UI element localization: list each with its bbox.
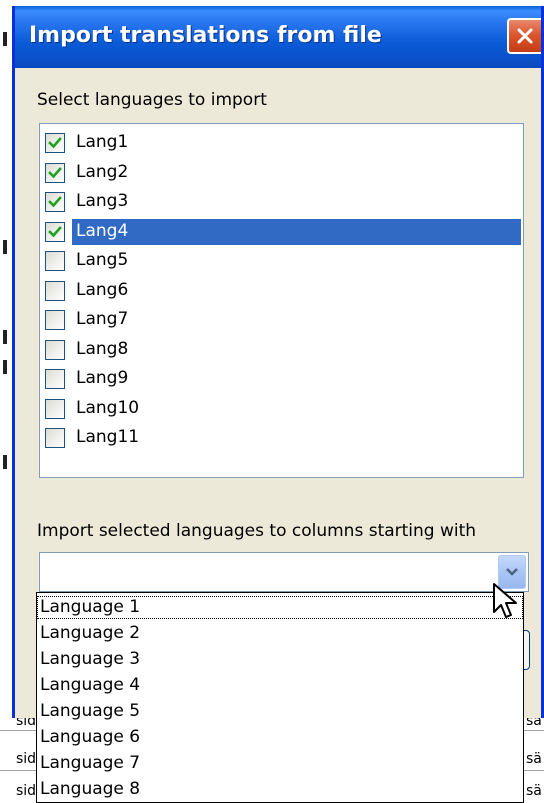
- language-label: Lang6: [76, 279, 129, 300]
- dropdown-option[interactable]: Language 1: [37, 596, 523, 619]
- background-mark: [3, 32, 7, 46]
- checkmark-icon: [48, 166, 62, 178]
- dialog-title: Import translations from file: [29, 23, 382, 48]
- close-icon: [517, 28, 533, 44]
- language-checkbox[interactable]: [45, 133, 65, 153]
- language-checkbox[interactable]: [45, 192, 65, 212]
- language-item[interactable]: Lang2: [40, 158, 523, 187]
- selection-highlight: [72, 218, 521, 245]
- language-checkbox[interactable]: [45, 221, 65, 242]
- language-item[interactable]: Lang8: [40, 335, 523, 364]
- language-label: Lang11: [76, 427, 140, 447]
- languages-checklist[interactable]: Lang1 Lang2 Lang3 Lang4 Lang5 Lang6 Lang7 Lang8…: [39, 123, 524, 478]
- language-checkbox[interactable]: [45, 280, 65, 301]
- language-item[interactable]: Lang5: [40, 246, 523, 275]
- language-checkbox[interactable]: [45, 310, 65, 330]
- background-cell-left: sid: [16, 783, 37, 799]
- dropdown-option[interactable]: Language 8: [37, 778, 523, 801]
- language-item[interactable]: Lang3: [40, 187, 523, 216]
- mouse-pointer-icon: [493, 583, 517, 618]
- columns-section-label: Import selected languages to columns sta…: [37, 521, 477, 541]
- language-label: Lang5: [76, 250, 129, 270]
- dropdown-option[interactable]: Language 7: [37, 752, 523, 775]
- close-button[interactable]: [507, 18, 541, 54]
- language-checkbox[interactable]: [45, 428, 65, 448]
- language-item[interactable]: Lang11: [40, 423, 523, 452]
- background-mark: [3, 360, 7, 374]
- language-label: Lang4: [76, 220, 129, 241]
- language-item[interactable]: Lang4: [40, 217, 523, 246]
- background-mark: [3, 455, 7, 469]
- languages-section-label: Select languages to import: [37, 90, 267, 110]
- title-bar[interactable]: Import translations from file: [15, 6, 541, 68]
- language-label: Lang2: [76, 161, 129, 182]
- language-item[interactable]: Lang6: [40, 276, 523, 305]
- language-label: Lang1: [76, 132, 129, 152]
- checkmark-icon: [48, 225, 62, 237]
- language-item[interactable]: Lang9: [40, 364, 523, 393]
- language-checkbox[interactable]: [45, 369, 65, 389]
- background-cell-right: sä: [526, 783, 542, 799]
- language-checkbox[interactable]: [45, 162, 65, 183]
- checkmark-icon: [48, 137, 62, 149]
- checkmark-icon: [48, 196, 62, 208]
- language-item[interactable]: Lang1: [40, 128, 523, 157]
- dropdown-option[interactable]: Language 2: [37, 622, 523, 645]
- language-checkbox[interactable]: [45, 339, 65, 360]
- language-label: Lang3: [76, 191, 129, 211]
- dropdown-option[interactable]: Language 5: [37, 700, 523, 723]
- language-label: Lang10: [76, 397, 140, 418]
- background-mark: [3, 330, 7, 344]
- dropdown-option[interactable]: Language 3: [37, 648, 523, 671]
- background-mark: [3, 240, 7, 254]
- language-checkbox[interactable]: [45, 251, 65, 271]
- language-label: Lang9: [76, 368, 129, 388]
- chevron-down-icon: [506, 568, 518, 576]
- language-label: Lang7: [76, 309, 129, 329]
- background-cell-right: sä: [526, 751, 542, 767]
- language-checkbox[interactable]: [45, 398, 65, 419]
- start-column-select[interactable]: [39, 552, 529, 592]
- dropdown-option[interactable]: Language 4: [37, 674, 523, 697]
- background-cell-left: sid: [16, 751, 37, 767]
- dropdown-option[interactable]: Language 6: [37, 726, 523, 749]
- language-item[interactable]: Lang10: [40, 394, 523, 423]
- language-label: Lang8: [76, 338, 129, 359]
- start-column-options-list[interactable]: Language 1 Language 2 Language 3 Language 4…: [36, 592, 524, 803]
- language-item[interactable]: Lang7: [40, 305, 523, 334]
